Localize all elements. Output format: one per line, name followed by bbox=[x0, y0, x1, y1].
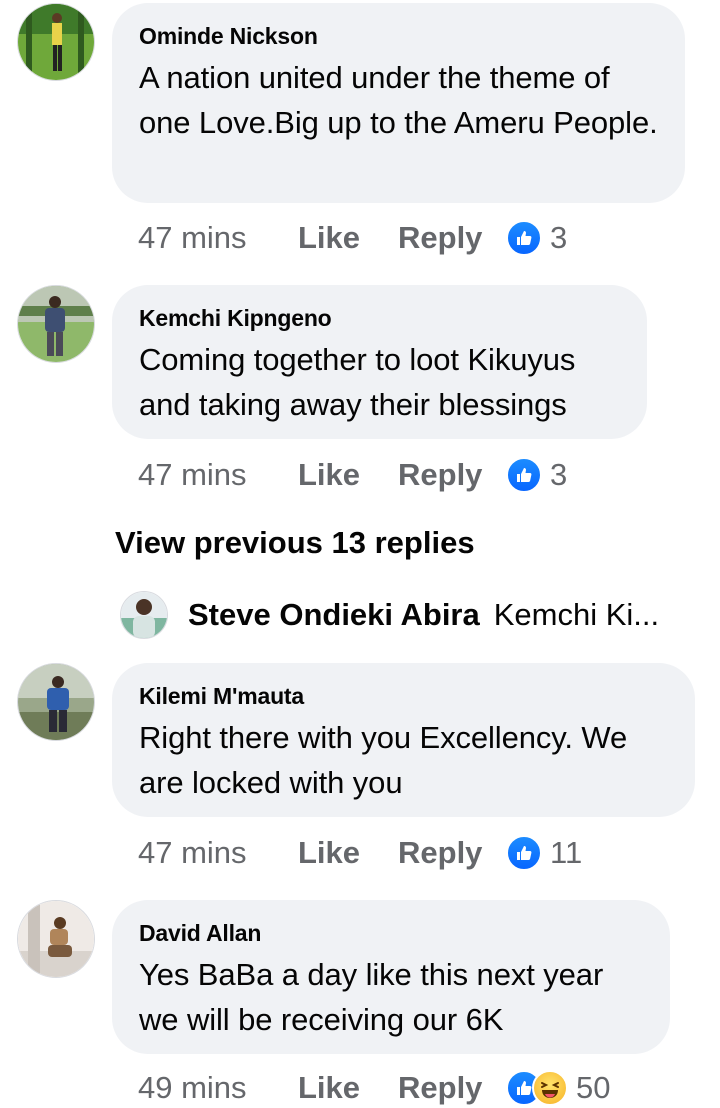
view-previous-replies-link[interactable]: View previous 13 replies bbox=[115, 525, 475, 561]
avatar[interactable] bbox=[120, 591, 168, 639]
comment-bubble[interactable]: Kilemi M'mauta Right there with you Exce… bbox=[112, 663, 695, 817]
like-icon bbox=[506, 835, 542, 871]
avatar[interactable] bbox=[17, 900, 95, 978]
like-button[interactable]: Like bbox=[298, 835, 398, 871]
reaction-count: 3 bbox=[550, 457, 568, 492]
comment-actions: 47 mins Like Reply 11 bbox=[138, 833, 582, 873]
comment-text: Coming together to loot Kikuyus and taki… bbox=[139, 342, 576, 422]
reply-button[interactable]: Reply bbox=[398, 457, 506, 493]
comment-text: Yes BaBa a day like this next year we wi… bbox=[139, 957, 604, 1037]
avatar[interactable] bbox=[17, 3, 95, 81]
like-button[interactable]: Like bbox=[298, 1070, 398, 1106]
reply-snippet: Kemchi Ki... bbox=[493, 597, 660, 632]
reaction-summary[interactable]: 50 bbox=[506, 1070, 610, 1106]
comment-author[interactable]: Kemchi Kipngeno bbox=[139, 305, 621, 331]
reply-button[interactable]: Reply bbox=[398, 220, 506, 256]
reaction-count: 3 bbox=[550, 220, 568, 255]
reply-author[interactable]: Steve Ondieki Abira bbox=[188, 597, 480, 633]
comment-author[interactable]: Kilemi M'mauta bbox=[139, 683, 669, 709]
like-icon bbox=[506, 220, 542, 256]
like-icon bbox=[506, 457, 542, 493]
reaction-summary[interactable]: 3 bbox=[506, 220, 567, 256]
haha-icon bbox=[532, 1070, 568, 1106]
comment-time[interactable]: 47 mins bbox=[138, 457, 298, 493]
reply-button[interactable]: Reply bbox=[398, 835, 506, 871]
reaction-count: 50 bbox=[576, 1070, 611, 1105]
like-button[interactable]: Like bbox=[298, 220, 398, 256]
comment-time[interactable]: 47 mins bbox=[138, 220, 298, 256]
avatar[interactable] bbox=[17, 285, 95, 363]
comment-actions: 47 mins Like Reply 3 bbox=[138, 455, 567, 495]
comment-text: A nation united under the theme of one L… bbox=[139, 60, 658, 140]
comment-bubble[interactable]: Kemchi Kipngeno Coming together to loot … bbox=[112, 285, 647, 439]
reaction-summary[interactable]: 3 bbox=[506, 457, 567, 493]
comment-time[interactable]: 49 mins bbox=[138, 1070, 298, 1106]
reply-button[interactable]: Reply bbox=[398, 1070, 506, 1106]
reaction-summary[interactable]: 11 bbox=[506, 835, 582, 871]
comment-actions: 49 mins Like Reply 50 bbox=[138, 1068, 610, 1108]
avatar[interactable] bbox=[17, 663, 95, 741]
comment-bubble[interactable]: Ominde Nickson A nation united under the… bbox=[112, 3, 685, 203]
reaction-count: 11 bbox=[550, 835, 583, 870]
comment-actions: 47 mins Like Reply 3 bbox=[138, 218, 567, 258]
like-button[interactable]: Like bbox=[298, 457, 398, 493]
comment-bubble[interactable]: David Allan Yes BaBa a day like this nex… bbox=[112, 900, 670, 1054]
collapsed-reply[interactable]: Steve Ondieki Abira Kemchi Ki... bbox=[120, 590, 700, 640]
comment-author[interactable]: Ominde Nickson bbox=[139, 23, 659, 49]
comment-time[interactable]: 47 mins bbox=[138, 835, 298, 871]
comment-author[interactable]: David Allan bbox=[139, 920, 644, 946]
comment-text: Right there with you Excellency. We are … bbox=[139, 720, 628, 800]
